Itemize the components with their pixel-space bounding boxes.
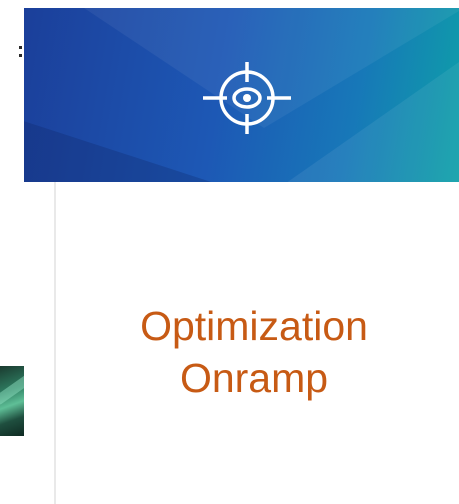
marker-dot: [19, 54, 22, 57]
previous-card-thumbnail[interactable]: [0, 366, 24, 436]
course-title-line-2[interactable]: Onramp: [64, 352, 444, 404]
previous-card-marker: [10, 44, 22, 58]
previous-card-edge: [0, 0, 24, 504]
course-title[interactable]: Optimization Onramp: [64, 300, 444, 404]
page: Optimization Onramp: [0, 0, 459, 504]
card-divider: [54, 182, 56, 504]
target-crosshair-icon: [203, 62, 291, 134]
course-banner[interactable]: [24, 8, 459, 182]
banner-facet: [279, 48, 459, 182]
course-card[interactable]: Optimization Onramp: [24, 0, 459, 504]
marker-dot: [19, 46, 22, 49]
course-title-line-1[interactable]: Optimization: [64, 300, 444, 352]
